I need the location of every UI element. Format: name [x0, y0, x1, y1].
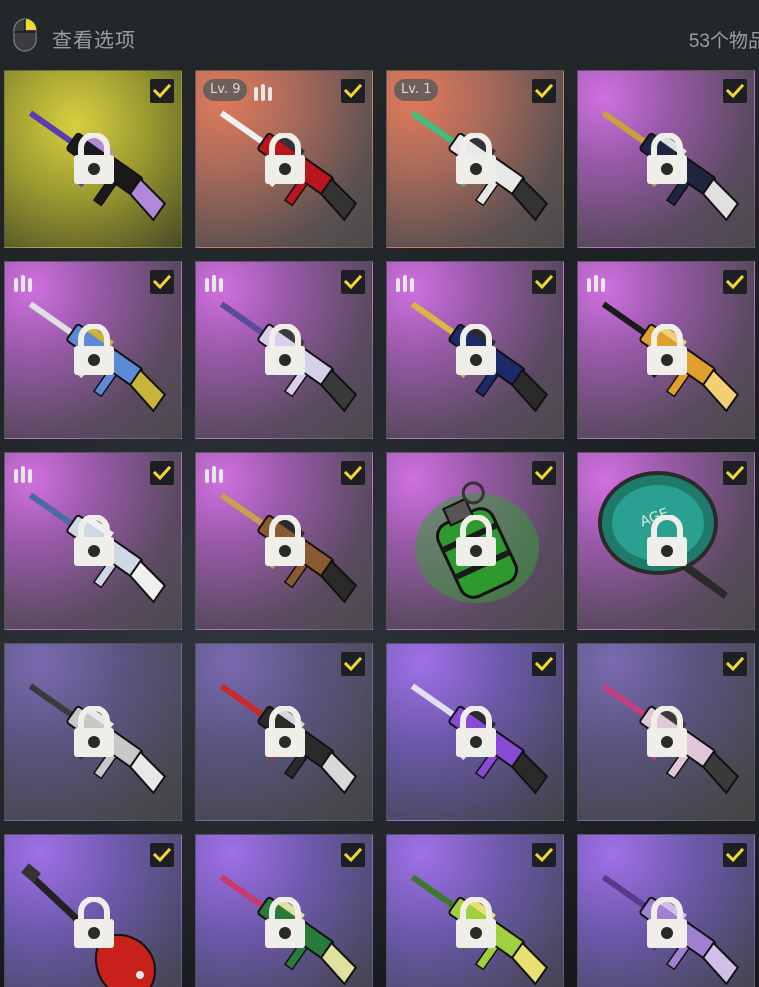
view-options-label[interactable]: 查看选项 [52, 24, 136, 53]
mouse-icon [13, 18, 37, 52]
checkmark-icon[interactable] [532, 461, 556, 485]
lock-icon [72, 323, 116, 376]
lock-icon [454, 323, 498, 376]
lock-icon [72, 896, 116, 949]
item-tile[interactable] [4, 70, 182, 248]
item-tile[interactable] [577, 261, 755, 439]
checkmark-icon[interactable] [341, 270, 365, 294]
checkmark-icon[interactable] [150, 843, 174, 867]
lock-icon [645, 705, 689, 758]
item-tile[interactable] [386, 643, 564, 821]
lock-icon [454, 514, 498, 567]
checkmark-icon[interactable] [723, 270, 747, 294]
lock-icon [263, 323, 307, 376]
lock-icon [263, 896, 307, 949]
checkmark-icon[interactable] [150, 270, 174, 294]
checkmark-icon[interactable] [723, 79, 747, 103]
ammo-icon [203, 463, 225, 485]
inventory-screen: 查看选项 53个物品 Lv. 9 Lv. 1 AGE [0, 0, 759, 987]
checkmark-icon[interactable] [532, 270, 556, 294]
level-badge: Lv. 1 [394, 79, 439, 101]
lock-icon [454, 705, 498, 758]
item-tile[interactable] [195, 261, 373, 439]
checkmark-icon[interactable] [723, 461, 747, 485]
ammo-icon [203, 272, 225, 294]
item-tile[interactable] [577, 643, 755, 821]
item-tile[interactable] [386, 834, 564, 987]
item-tile[interactable]: Lv. 1 [386, 70, 564, 248]
ammo-icon [12, 272, 34, 294]
item-tile[interactable] [195, 452, 373, 630]
ammo-icon [12, 463, 34, 485]
checkmark-icon[interactable] [150, 79, 174, 103]
lock-icon [454, 132, 498, 185]
item-tile[interactable] [4, 452, 182, 630]
item-tile[interactable] [577, 834, 755, 987]
lock-icon [72, 514, 116, 567]
item-tile[interactable] [386, 452, 564, 630]
ammo-icon [394, 272, 416, 294]
lock-icon [263, 705, 307, 758]
item-tile[interactable] [4, 261, 182, 439]
checkmark-icon[interactable] [532, 79, 556, 103]
item-tile[interactable] [195, 834, 373, 987]
checkmark-icon[interactable] [150, 461, 174, 485]
level-badge: Lv. 9 [203, 79, 248, 101]
top-bar: 查看选项 53个物品 [0, 0, 759, 70]
item-grid: Lv. 9 Lv. 1 AGE [4, 70, 759, 987]
checkmark-icon[interactable] [532, 652, 556, 676]
lock-icon [645, 896, 689, 949]
lock-icon [263, 132, 307, 185]
item-tile[interactable]: AGE [577, 452, 755, 630]
checkmark-icon[interactable] [341, 461, 365, 485]
ammo-icon [585, 272, 607, 294]
checkmark-icon[interactable] [341, 652, 365, 676]
item-tile[interactable] [386, 261, 564, 439]
item-tile[interactable] [4, 834, 182, 987]
lock-icon [72, 132, 116, 185]
lock-icon [645, 514, 689, 567]
lock-icon [263, 514, 307, 567]
item-tile[interactable] [195, 643, 373, 821]
item-count: 53个物品 [688, 31, 759, 52]
checkmark-icon[interactable] [532, 843, 556, 867]
item-tile[interactable] [577, 70, 755, 248]
lock-icon [72, 705, 116, 758]
checkmark-icon[interactable] [723, 843, 747, 867]
checkmark-icon[interactable] [341, 843, 365, 867]
lock-icon [645, 323, 689, 376]
ammo-icon [252, 81, 274, 103]
lock-icon [454, 896, 498, 949]
item-tile[interactable]: Lv. 9 [195, 70, 373, 248]
checkmark-icon[interactable] [723, 652, 747, 676]
item-tile[interactable] [4, 643, 182, 821]
lock-icon [645, 132, 689, 185]
checkmark-icon[interactable] [341, 79, 365, 103]
